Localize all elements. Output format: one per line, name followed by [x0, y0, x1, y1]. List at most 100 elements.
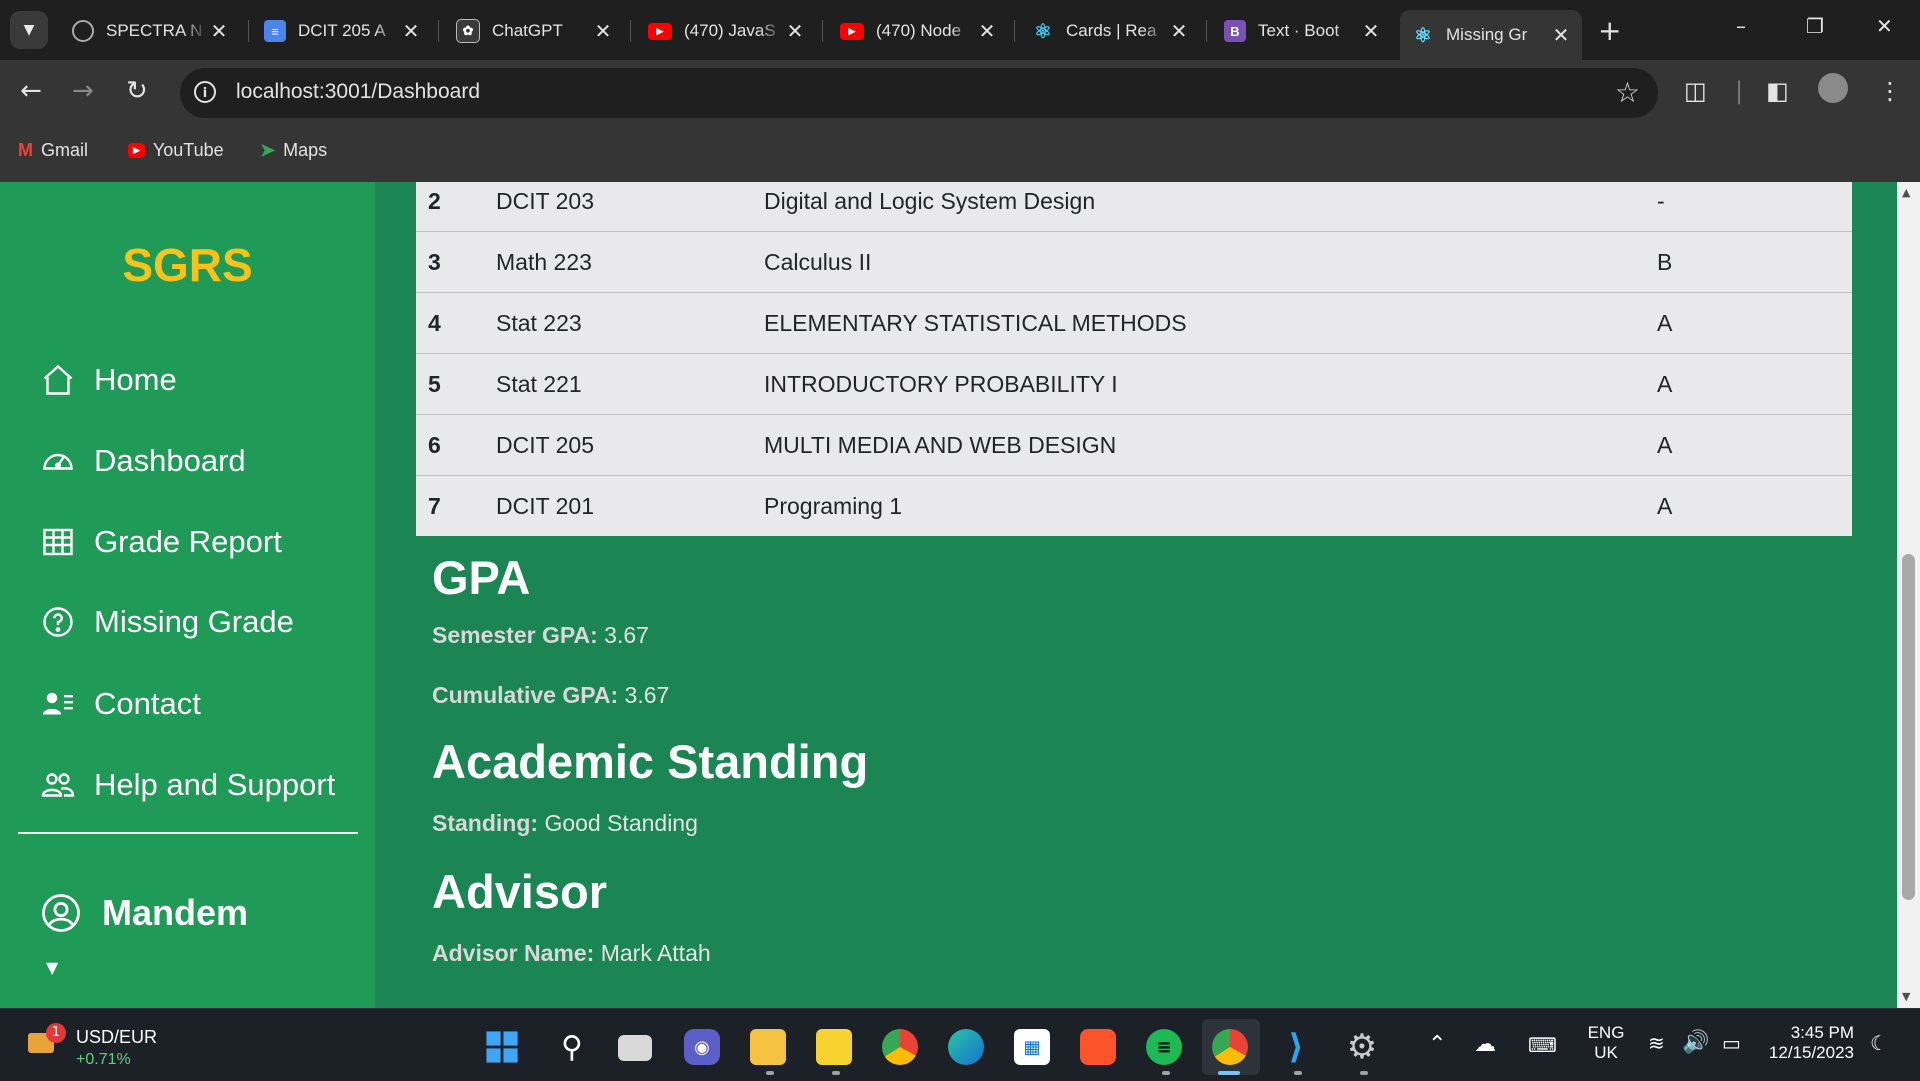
task-view-icon[interactable]	[618, 1035, 652, 1061]
profile-avatar-icon[interactable]	[1818, 73, 1848, 103]
running-indicator	[1162, 1071, 1170, 1075]
tab-bootstrap-text[interactable]: B Text · Boot ✕	[1212, 12, 1392, 50]
spotify-icon[interactable]: ≡	[1146, 1029, 1182, 1065]
browser-toolbar: ← → ↻ i localhost:3001/Dashboard ☆ ◫ | ◧…	[0, 60, 1920, 126]
side-panel-icon[interactable]: ◧	[1766, 77, 1789, 105]
show-hidden-icons-chevron-icon[interactable]: ⌃	[1428, 1031, 1446, 1057]
sidebar-item-grade-report[interactable]: Grade Report	[40, 524, 282, 560]
tab-search-chevron-icon[interactable]: ▼	[10, 11, 48, 49]
sidebar: SGRS Home Dashboard Grade Report Missing…	[0, 182, 375, 1008]
url-text[interactable]: localhost:3001/Dashboard	[236, 80, 480, 104]
close-icon[interactable]: ✕	[592, 19, 614, 44]
sidebar-item-label: Grade Report	[94, 524, 282, 559]
advisor-name: Advisor Name: Mark Attah	[432, 940, 711, 967]
file-explorer-icon[interactable]	[750, 1029, 786, 1065]
standing-value: Good Standing	[544, 810, 698, 836]
edge-icon[interactable]	[948, 1029, 984, 1065]
vertical-scrollbar[interactable]: ▲ ▼	[1897, 182, 1920, 1008]
tab-spectra[interactable]: SPECTRA N ✕	[60, 12, 240, 50]
clock-date: 12/15/2023	[1768, 1043, 1854, 1062]
notification-badge: 1	[46, 1023, 66, 1043]
window-close-icon[interactable]: ✕	[1876, 14, 1893, 38]
input-language-indicator[interactable]: ENG UK	[1586, 1023, 1626, 1063]
maps-icon: ➤	[260, 140, 276, 160]
sidebar-item-home[interactable]: Home	[40, 362, 177, 398]
running-indicator	[1294, 1071, 1302, 1075]
sidebar-item-dashboard[interactable]: Dashboard	[40, 443, 246, 479]
notifications-moon-icon[interactable]: ☾	[1870, 1031, 1888, 1056]
battery-icon[interactable]: ▭	[1722, 1031, 1741, 1056]
tab-separator	[630, 20, 631, 42]
close-icon[interactable]: ✕	[784, 19, 806, 44]
close-icon[interactable]: ✕	[400, 19, 422, 44]
back-arrow-icon[interactable]: ←	[20, 76, 42, 106]
address-bar[interactable]: i localhost:3001/Dashboard ☆	[180, 68, 1658, 118]
close-icon[interactable]: ✕	[208, 19, 230, 44]
clock[interactable]: 3:45 PM 12/15/2023	[1768, 1023, 1854, 1063]
row-number: 6	[416, 414, 496, 476]
forward-arrow-icon[interactable]: →	[72, 76, 94, 106]
reload-icon[interactable]: ↻	[126, 76, 148, 106]
close-icon[interactable]: ✕	[1360, 19, 1382, 44]
settings-gear-icon[interactable]: ⚙	[1344, 1027, 1380, 1067]
gpa-heading: GPA	[432, 551, 531, 604]
tab-dcit205-doc[interactable]: ≡ DCIT 205 A ✕	[252, 12, 432, 50]
scrollbar-thumb[interactable]	[1902, 554, 1915, 900]
bookmark-gmail[interactable]: M Gmail	[18, 140, 88, 161]
sidebar-item-missing-grade[interactable]: Missing Grade	[40, 604, 294, 640]
sidebar-item-label: Home	[94, 362, 177, 397]
toolbar-divider: |	[1735, 77, 1744, 105]
course-code: Stat 223	[496, 292, 764, 354]
course-title: Calculus II	[764, 231, 1657, 293]
more-menu-icon[interactable]: ⋮	[1878, 77, 1902, 105]
wifi-icon[interactable]: ≋	[1648, 1031, 1665, 1056]
site-info-icon[interactable]: i	[194, 81, 216, 103]
bootstrap-icon: B	[1224, 20, 1246, 42]
caret-down-icon[interactable]: ▼	[46, 958, 58, 977]
windows-start-icon[interactable]	[484, 1029, 520, 1065]
tab-react-cards[interactable]: ⚛ Cards | Rea ✕	[1020, 12, 1200, 50]
volume-icon[interactable]: 🔊	[1682, 1029, 1709, 1055]
course-code: DCIT 205	[496, 414, 764, 476]
brand-logo-text[interactable]: SGRS	[0, 238, 375, 292]
tab-youtube-javascript[interactable]: ▶ (470) JavaS ✕	[636, 12, 816, 50]
sidebar-item-help-support[interactable]: Help and Support	[40, 767, 335, 803]
new-tab-plus-icon[interactable]: +	[1598, 14, 1621, 47]
table-row: 5 Stat 221 INTRODUCTORY PROBABILITY I A	[416, 353, 1852, 415]
onedrive-cloud-icon[interactable]: ☁	[1474, 1031, 1496, 1057]
scroll-down-arrow-icon[interactable]: ▼	[1902, 990, 1910, 1003]
question-circle-icon	[43, 607, 73, 637]
bookmark-star-icon[interactable]: ☆	[1615, 76, 1640, 109]
tab-chatgpt[interactable]: ✿ ChatGPT ✕	[444, 12, 624, 50]
teams-chat-icon[interactable]: ◉	[684, 1029, 720, 1065]
course-title: Digital and Logic System Design	[764, 182, 1657, 232]
tab-youtube-node[interactable]: ▶ (470) Node ✕	[828, 12, 1008, 50]
sticky-notes-icon[interactable]	[816, 1029, 852, 1065]
restore-icon[interactable]: ❐	[1806, 14, 1824, 38]
search-icon[interactable]: ⚲	[554, 1029, 590, 1065]
chrome-icon[interactable]	[882, 1029, 918, 1065]
close-icon[interactable]: ✕	[1550, 23, 1572, 48]
course-title: Programing 1	[764, 475, 1657, 536]
chrome-profile-icon[interactable]	[1212, 1029, 1248, 1065]
close-icon[interactable]: ✕	[1168, 19, 1190, 44]
bookmark-youtube[interactable]: ▶ YouTube	[128, 140, 224, 161]
keyboard-icon[interactable]: ⌨	[1528, 1033, 1557, 1058]
react-icon: ⚛	[1414, 24, 1432, 47]
sidebar-item-contact[interactable]: Contact	[40, 686, 201, 722]
user-menu[interactable]: Mandem	[40, 892, 248, 934]
widgets-button[interactable]: 1 USD/EUR +0.71%	[24, 1023, 164, 1071]
microsoft-store-icon[interactable]: ▦	[1014, 1029, 1050, 1065]
cumulative-gpa-label: Cumulative GPA:	[432, 682, 619, 708]
bookmark-maps[interactable]: ➤ Maps	[260, 140, 327, 161]
cumulative-gpa-value: 3.67	[624, 682, 670, 708]
minimize-icon[interactable]: –	[1736, 14, 1746, 38]
tab-missing-grade-active[interactable]: ⚛ Missing Gr ✕	[1400, 10, 1582, 60]
scroll-up-arrow-icon[interactable]: ▲	[1902, 186, 1910, 199]
course-title: MULTI MEDIA AND WEB DESIGN	[764, 414, 1657, 476]
brave-icon[interactable]	[1080, 1029, 1116, 1065]
vscode-icon[interactable]: ⟩	[1278, 1027, 1314, 1067]
close-icon[interactable]: ✕	[976, 19, 998, 44]
extensions-puzzle-icon[interactable]: ◫	[1684, 77, 1707, 105]
table-row: 2 DCIT 203 Digital and Logic System Desi…	[416, 182, 1852, 232]
